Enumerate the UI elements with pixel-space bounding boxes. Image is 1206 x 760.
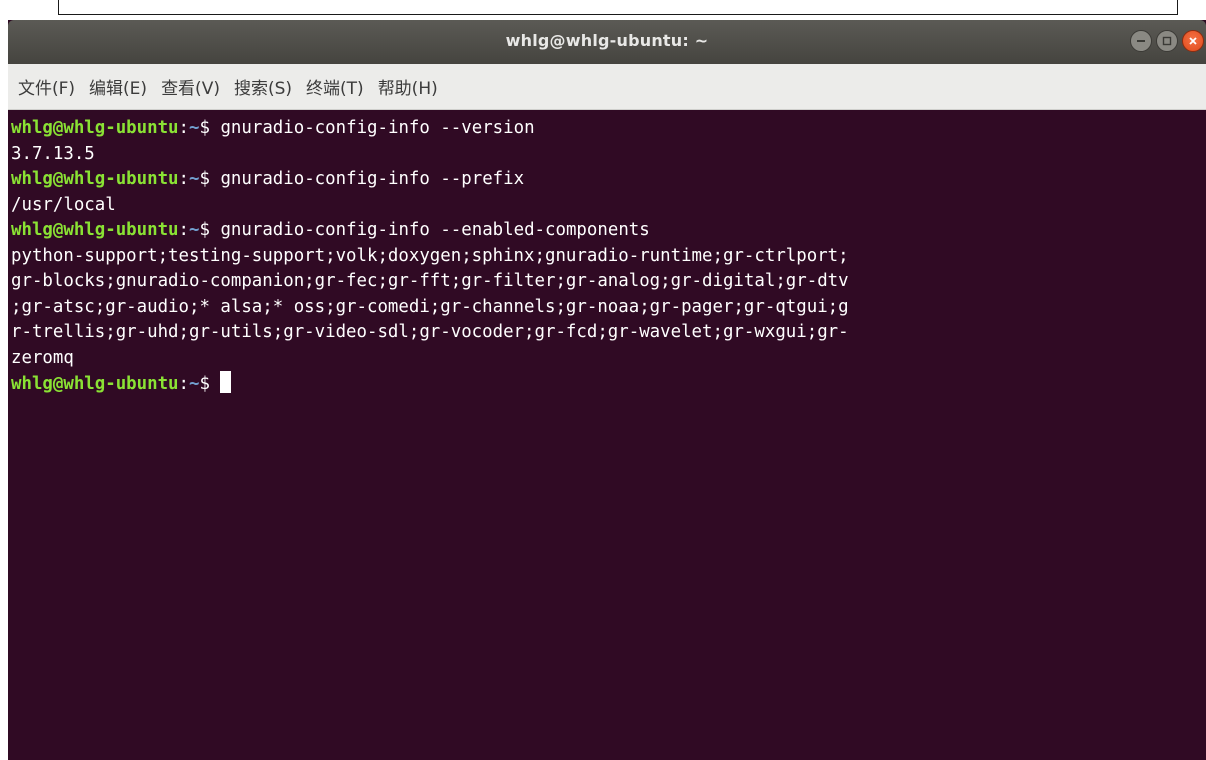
prompt-symbol: $ <box>199 169 221 189</box>
prompt-user-host: whlg@whlg-ubuntu <box>11 220 179 240</box>
output-line: /usr/local <box>11 194 116 215</box>
prompt-user-host: whlg@whlg-ubuntu <box>11 118 179 138</box>
menu-help[interactable]: 帮助(H) <box>378 72 438 101</box>
prompt-user-host: whlg@whlg-ubuntu <box>11 169 179 189</box>
output-line: gr-blocks;gnuradio-companion;gr-fec;gr-f… <box>11 271 849 291</box>
maximize-button[interactable] <box>1156 30 1178 52</box>
prompt-symbol: $ <box>199 118 221 138</box>
prompt-line: whlg@whlg-ubuntu:~$ gnuradio-config-info… <box>11 116 1206 142</box>
menu-view[interactable]: 查看(V) <box>161 72 220 101</box>
prompt-colon: : <box>178 374 190 394</box>
prompt-line: whlg@whlg-ubuntu:~$ gnuradio-config-info… <box>11 218 1206 244</box>
prompt-colon: : <box>178 118 190 138</box>
menu-edit[interactable]: 编辑(E) <box>89 72 147 101</box>
prompt-symbol: $ <box>199 374 221 394</box>
minimize-icon <box>1137 40 1145 42</box>
prompt-line-current: whlg@whlg-ubuntu:~$ <box>11 371 1206 397</box>
page: whlg@whlg-ubuntu: ~ 文件(F) 编辑(E) 查看(V) 搜索… <box>0 0 1206 760</box>
terminal-output[interactable]: whlg@whlg-ubuntu:~$ gnuradio-config-info… <box>8 110 1206 760</box>
prompt-colon: : <box>178 220 190 240</box>
output-line: 3.7.13.5 <box>11 143 95 164</box>
close-icon <box>1189 37 1197 45</box>
document-frame-edge <box>58 0 1178 15</box>
window-controls <box>1130 30 1204 52</box>
close-button[interactable] <box>1182 30 1204 52</box>
command-text: gnuradio-config-info --enabled-component… <box>220 220 650 240</box>
menu-terminal[interactable]: 终端(T) <box>306 72 364 101</box>
prompt-path: ~ <box>189 118 200 138</box>
prompt-colon: : <box>178 169 190 189</box>
terminal-window: whlg@whlg-ubuntu: ~ 文件(F) 编辑(E) 查看(V) 搜索… <box>8 20 1206 760</box>
title-bar[interactable]: whlg@whlg-ubuntu: ~ <box>8 20 1206 64</box>
prompt-path: ~ <box>189 374 200 394</box>
prompt-line: whlg@whlg-ubuntu:~$ gnuradio-config-info… <box>11 167 1206 193</box>
prompt-user-host: whlg@whlg-ubuntu <box>11 374 179 394</box>
maximize-icon <box>1162 36 1172 46</box>
prompt-symbol: $ <box>199 220 221 240</box>
command-text: gnuradio-config-info --version <box>220 118 535 138</box>
menu-bar: 文件(F) 编辑(E) 查看(V) 搜索(S) 终端(T) 帮助(H) <box>8 64 1206 110</box>
command-text: gnuradio-config-info --prefix <box>220 169 525 189</box>
menu-search[interactable]: 搜索(S) <box>234 72 292 101</box>
text-cursor[interactable] <box>220 371 232 393</box>
output-line: r-trellis;gr-uhd;gr-utils;gr-video-sdl;g… <box>11 322 849 342</box>
window-title: whlg@whlg-ubuntu: ~ <box>505 31 709 50</box>
prompt-path: ~ <box>189 220 200 240</box>
output-line: ;gr-atsc;gr-audio;* alsa;* oss;gr-comedi… <box>11 296 849 317</box>
output-line: zeromq <box>11 347 74 368</box>
minimize-button[interactable] <box>1130 30 1152 52</box>
output-line: python-support;testing-support;volk;doxy… <box>11 245 849 266</box>
menu-file[interactable]: 文件(F) <box>18 72 75 101</box>
prompt-path: ~ <box>189 169 200 189</box>
